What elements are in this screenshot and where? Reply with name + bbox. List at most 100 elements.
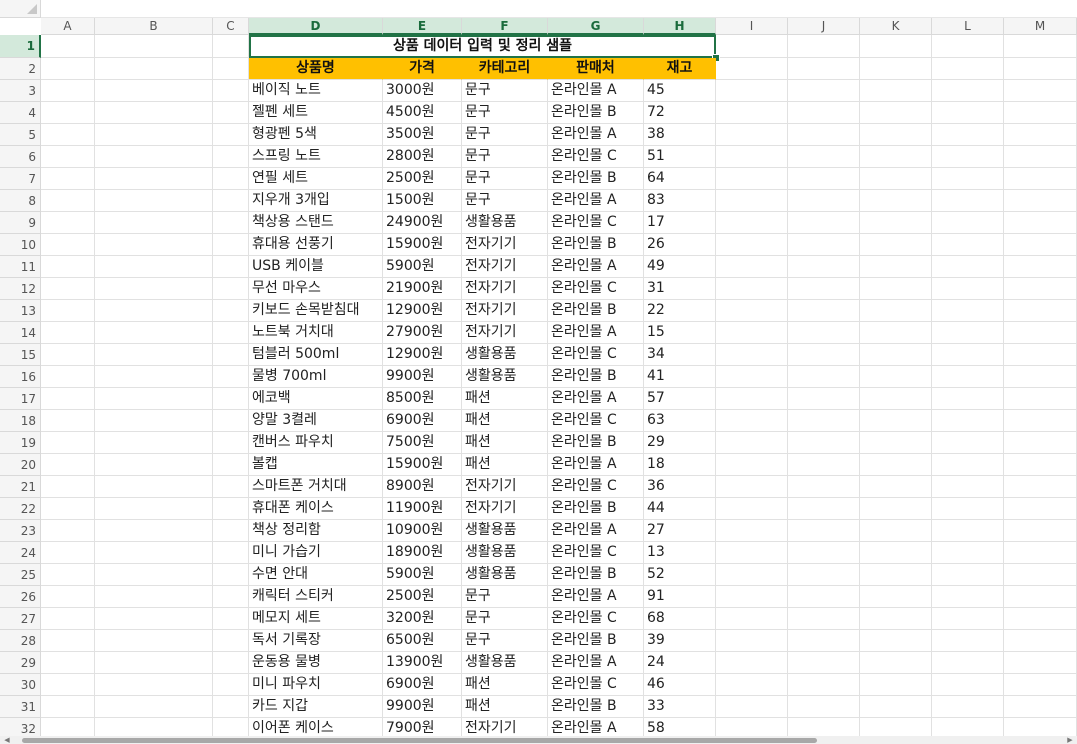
- empty-cell[interactable]: [1004, 102, 1077, 124]
- empty-cell[interactable]: [1004, 652, 1077, 674]
- empty-cell[interactable]: [95, 586, 213, 608]
- empty-cell[interactable]: [1004, 564, 1077, 586]
- empty-cell[interactable]: [41, 652, 95, 674]
- empty-cell[interactable]: [41, 586, 95, 608]
- table-cell[interactable]: 휴대용 선풍기: [249, 234, 383, 256]
- empty-cell[interactable]: [95, 608, 213, 630]
- table-cell[interactable]: 온라인몰 A: [548, 124, 644, 146]
- empty-cell[interactable]: [95, 234, 213, 256]
- empty-cell[interactable]: [932, 35, 1004, 58]
- empty-cell[interactable]: [932, 674, 1004, 696]
- empty-cell[interactable]: [213, 256, 249, 278]
- empty-cell[interactable]: [95, 35, 213, 58]
- table-cell[interactable]: 6900원: [383, 410, 462, 432]
- row-header-28[interactable]: 28: [0, 630, 41, 652]
- empty-cell[interactable]: [932, 608, 1004, 630]
- empty-cell[interactable]: [95, 366, 213, 388]
- table-cell[interactable]: USB 케이블: [249, 256, 383, 278]
- empty-cell[interactable]: [716, 674, 788, 696]
- table-cell[interactable]: 에코백: [249, 388, 383, 410]
- table-cell[interactable]: 캐릭터 스티커: [249, 586, 383, 608]
- empty-cell[interactable]: [932, 454, 1004, 476]
- empty-cell[interactable]: [41, 564, 95, 586]
- empty-cell[interactable]: [213, 322, 249, 344]
- table-cell[interactable]: 온라인몰 A: [548, 256, 644, 278]
- empty-cell[interactable]: [95, 454, 213, 476]
- empty-cell[interactable]: [860, 300, 932, 322]
- column-header-f[interactable]: F: [462, 18, 548, 35]
- empty-cell[interactable]: [95, 410, 213, 432]
- empty-cell[interactable]: [1004, 344, 1077, 366]
- empty-cell[interactable]: [932, 58, 1004, 80]
- column-header-h[interactable]: H: [644, 18, 716, 35]
- empty-cell[interactable]: [41, 674, 95, 696]
- column-header-d[interactable]: D: [249, 18, 383, 35]
- table-cell[interactable]: 물병 700ml: [249, 366, 383, 388]
- table-cell[interactable]: 문구: [462, 630, 548, 652]
- empty-cell[interactable]: [932, 476, 1004, 498]
- table-cell[interactable]: 1500원: [383, 190, 462, 212]
- empty-cell[interactable]: [932, 168, 1004, 190]
- table-cell[interactable]: 온라인몰 C: [548, 542, 644, 564]
- row-header-22[interactable]: 22: [0, 498, 41, 520]
- empty-cell[interactable]: [95, 256, 213, 278]
- table-cell[interactable]: 전자기기: [462, 498, 548, 520]
- table-cell[interactable]: 전자기기: [462, 322, 548, 344]
- row-header-6[interactable]: 6: [0, 146, 41, 168]
- table-cell[interactable]: 생활용품: [462, 366, 548, 388]
- table-cell[interactable]: 13900원: [383, 652, 462, 674]
- empty-cell[interactable]: [788, 344, 860, 366]
- empty-cell[interactable]: [213, 300, 249, 322]
- table-cell[interactable]: 전자기기: [462, 300, 548, 322]
- row-header-20[interactable]: 20: [0, 454, 41, 476]
- table-cell[interactable]: 책상용 스탠드: [249, 212, 383, 234]
- empty-cell[interactable]: [95, 432, 213, 454]
- table-cell[interactable]: 12900원: [383, 300, 462, 322]
- empty-cell[interactable]: [213, 388, 249, 410]
- empty-cell[interactable]: [716, 366, 788, 388]
- table-cell[interactable]: 문구: [462, 102, 548, 124]
- empty-cell[interactable]: [716, 190, 788, 212]
- table-cell[interactable]: 10900원: [383, 520, 462, 542]
- empty-cell[interactable]: [41, 344, 95, 366]
- table-cell[interactable]: 연필 세트: [249, 168, 383, 190]
- empty-cell[interactable]: [932, 564, 1004, 586]
- empty-cell[interactable]: [1004, 212, 1077, 234]
- empty-cell[interactable]: [716, 542, 788, 564]
- empty-cell[interactable]: [95, 542, 213, 564]
- table-cell[interactable]: 온라인몰 B: [548, 432, 644, 454]
- table-cell[interactable]: 2500원: [383, 586, 462, 608]
- table-cell[interactable]: 17: [644, 212, 716, 234]
- empty-cell[interactable]: [1004, 520, 1077, 542]
- column-header-j[interactable]: J: [788, 18, 860, 35]
- table-cell[interactable]: 온라인몰 A: [548, 80, 644, 102]
- table-cell[interactable]: 3200원: [383, 608, 462, 630]
- table-cell[interactable]: 온라인몰 A: [548, 652, 644, 674]
- table-cell[interactable]: 캔버스 파우치: [249, 432, 383, 454]
- empty-cell[interactable]: [860, 146, 932, 168]
- empty-cell[interactable]: [1004, 454, 1077, 476]
- empty-cell[interactable]: [41, 256, 95, 278]
- table-cell[interactable]: 온라인몰 A: [548, 586, 644, 608]
- table-cell[interactable]: 생활용품: [462, 564, 548, 586]
- table-cell[interactable]: 26: [644, 234, 716, 256]
- table-cell[interactable]: 13: [644, 542, 716, 564]
- empty-cell[interactable]: [213, 454, 249, 476]
- table-cell[interactable]: 문구: [462, 80, 548, 102]
- empty-cell[interactable]: [860, 652, 932, 674]
- empty-cell[interactable]: [788, 520, 860, 542]
- empty-cell[interactable]: [716, 432, 788, 454]
- table-cell[interactable]: 미니 파우치: [249, 674, 383, 696]
- empty-cell[interactable]: [788, 696, 860, 718]
- table-cell[interactable]: 패션: [462, 432, 548, 454]
- column-header-m[interactable]: M: [1004, 18, 1077, 35]
- empty-cell[interactable]: [860, 190, 932, 212]
- empty-cell[interactable]: [860, 432, 932, 454]
- table-cell[interactable]: 41: [644, 366, 716, 388]
- row-header-31[interactable]: 31: [0, 696, 41, 718]
- empty-cell[interactable]: [716, 80, 788, 102]
- table-cell[interactable]: 46: [644, 674, 716, 696]
- empty-cell[interactable]: [788, 322, 860, 344]
- empty-cell[interactable]: [213, 432, 249, 454]
- empty-cell[interactable]: [788, 586, 860, 608]
